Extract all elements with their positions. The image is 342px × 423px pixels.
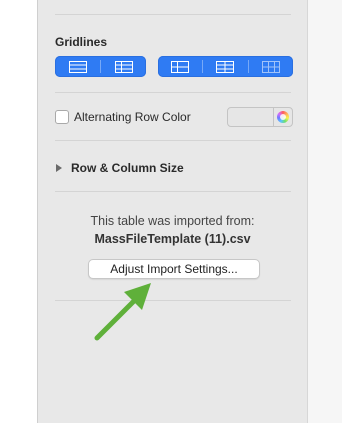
annotation-arrow-icon bbox=[94, 283, 151, 341]
